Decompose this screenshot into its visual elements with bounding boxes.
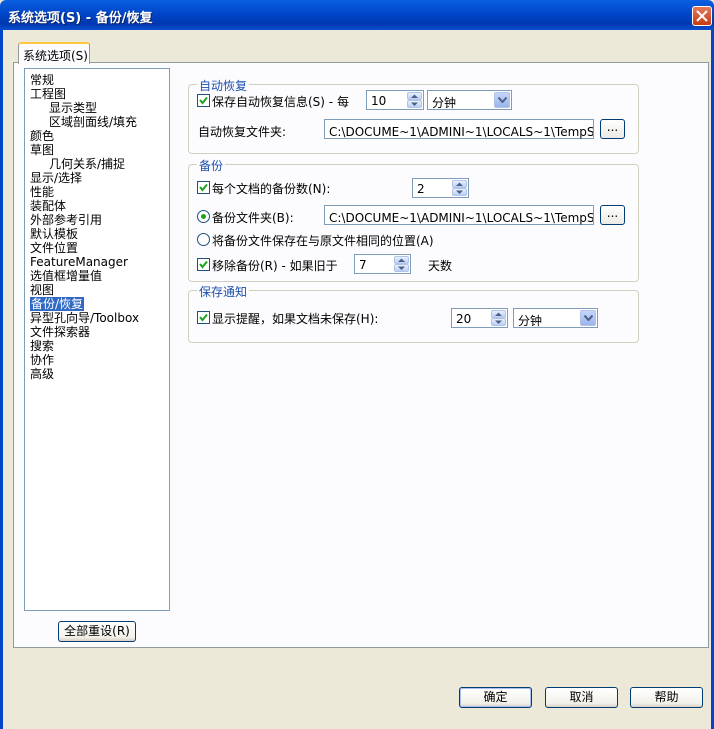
- tree-item[interactable]: 异型孔向导/Toolbox: [30, 311, 139, 325]
- tree-item[interactable]: 显示/选择: [30, 171, 82, 185]
- spin-up-arrow-icon[interactable]: [394, 256, 409, 264]
- save-reminder-label: 显示提醒，如果文档未保存(H):: [212, 312, 379, 326]
- tree-item[interactable]: 常规: [30, 73, 54, 87]
- radio-dot-icon: [201, 214, 206, 219]
- tab-label: 系统选项(S): [23, 49, 88, 63]
- auto-recover-folder-label: 自动恢复文件夹:: [198, 125, 287, 139]
- interval-spinner[interactable]: [407, 92, 422, 108]
- title-bar[interactable]: 系统选项(S) - 备份/恢复: [0, 0, 714, 30]
- auto-recover-browse-button[interactable]: ...: [600, 119, 625, 139]
- auto-recover-checkbox[interactable]: [197, 94, 210, 107]
- auto-recover-title: 自动恢复: [197, 77, 250, 94]
- same-location-radio[interactable]: [197, 233, 210, 246]
- tree-item[interactable]: 几何关系/捕捉: [49, 157, 125, 171]
- backup-copies-value: 2: [417, 182, 425, 196]
- tree-item[interactable]: 文件探索器: [30, 325, 90, 339]
- check-icon: [199, 183, 208, 192]
- remove-backup-checkbox[interactable]: [197, 258, 210, 271]
- help-button[interactable]: 帮助: [630, 687, 703, 708]
- spin-down-arrow-icon[interactable]: [407, 100, 422, 108]
- tree-item[interactable]: 视图: [30, 283, 54, 297]
- tab-system-options[interactable]: 系统选项(S): [18, 42, 90, 64]
- save-reminder-unit-value: 分钟: [518, 314, 543, 328]
- chevron-down-icon[interactable]: [494, 92, 510, 108]
- copies-spinner[interactable]: [452, 180, 467, 196]
- auto-recover-save-label: 保存自动恢复信息(S) - 每: [212, 95, 349, 109]
- window-title: 系统选项(S) - 备份/恢复: [8, 11, 153, 26]
- tree-item[interactable]: 协作: [30, 353, 54, 367]
- tree-item[interactable]: 默认模板: [30, 227, 78, 241]
- tree-item[interactable]: 草图: [30, 143, 54, 157]
- check-icon: [199, 313, 208, 322]
- backup-copies-stepper[interactable]: 2: [412, 178, 469, 198]
- days-spinner[interactable]: [394, 256, 409, 272]
- spin-down-arrow-icon[interactable]: [491, 318, 506, 326]
- spin-up-arrow-icon[interactable]: [452, 180, 467, 188]
- options-tree[interactable]: 常规 工程图 显示类型 区域剖面线/填充 颜色 草图 几何关系/捕捉 显示/选择 性能 装配体 外部…: [24, 68, 170, 611]
- remove-days-stepper[interactable]: 7: [354, 254, 411, 274]
- backup-title: 备份: [197, 157, 226, 174]
- cancel-button[interactable]: 取消: [545, 687, 618, 708]
- tree-item[interactable]: 备份/恢复: [30, 297, 85, 311]
- tree-item[interactable]: 性能: [30, 185, 54, 199]
- save-reminder-unit-select[interactable]: 分钟: [513, 308, 598, 328]
- spin-up-arrow-icon[interactable]: [491, 310, 506, 318]
- spin-up-arrow-icon[interactable]: [407, 92, 422, 100]
- spin-down-arrow-icon[interactable]: [452, 188, 467, 196]
- auto-recover-interval-stepper[interactable]: 10: [366, 90, 424, 110]
- tree-item[interactable]: 装配体: [30, 199, 66, 213]
- tree-item[interactable]: 区域剖面线/填充: [49, 115, 137, 129]
- remove-days-value: 7: [359, 258, 367, 272]
- tree-item[interactable]: 搜索: [30, 339, 54, 353]
- ok-button[interactable]: 确定: [459, 687, 532, 708]
- close-icon: [696, 10, 708, 22]
- backup-folder-radio[interactable]: [197, 210, 210, 223]
- tree-item[interactable]: 显示类型: [49, 101, 97, 115]
- tree-item[interactable]: 高级: [30, 367, 54, 381]
- backup-folder-label: 备份文件夹(B):: [212, 211, 294, 225]
- backup-folder-field[interactable]: C:\DOCUME~1\ADMINI~1\LOCALS~1\TempSW备份目: [324, 205, 594, 225]
- reminder-spinner[interactable]: [491, 310, 506, 326]
- remove-backup-label: 移除备份(R) - 如果旧于: [212, 259, 338, 273]
- auto-recover-folder-path: C:\DOCUME~1\ADMINI~1\LOCALS~1\TempSW备份目: [329, 125, 593, 139]
- same-location-label: 将备份文件保存在与原文件相同的位置(A): [212, 234, 434, 248]
- reset-all-button[interactable]: 全部重设(R): [58, 621, 136, 642]
- tree-item[interactable]: 颜色: [30, 129, 54, 143]
- auto-recover-unit-select[interactable]: 分钟: [427, 90, 512, 110]
- chevron-down-icon[interactable]: [580, 310, 596, 326]
- tree-item[interactable]: 外部参考引用: [30, 213, 102, 227]
- tree-item[interactable]: 选值框增量值: [30, 269, 102, 283]
- backup-browse-button[interactable]: ...: [600, 205, 625, 225]
- tree-item[interactable]: FeatureManager: [30, 255, 128, 269]
- save-notify-title: 保存通知: [197, 283, 250, 300]
- backup-copies-label: 每个文档的备份数(N):: [212, 182, 331, 196]
- tree-item[interactable]: 文件位置: [30, 241, 78, 255]
- close-button[interactable]: [692, 6, 712, 26]
- auto-recover-interval-value: 10: [371, 94, 387, 108]
- save-reminder-checkbox[interactable]: [197, 311, 210, 324]
- backup-folder-path: C:\DOCUME~1\ADMINI~1\LOCALS~1\TempSW备份目: [329, 211, 593, 225]
- check-icon: [199, 96, 208, 105]
- save-reminder-interval-value: 20: [456, 312, 472, 326]
- backup-copies-checkbox[interactable]: [197, 181, 210, 194]
- tree-item[interactable]: 工程图: [30, 87, 66, 101]
- spin-down-arrow-icon[interactable]: [394, 264, 409, 272]
- save-reminder-interval-stepper[interactable]: 20: [451, 308, 508, 328]
- check-icon: [199, 260, 208, 269]
- auto-recover-folder-field[interactable]: C:\DOCUME~1\ADMINI~1\LOCALS~1\TempSW备份目: [324, 119, 594, 139]
- days-unit-label: 天数: [428, 259, 453, 273]
- auto-recover-unit-value: 分钟: [432, 96, 457, 110]
